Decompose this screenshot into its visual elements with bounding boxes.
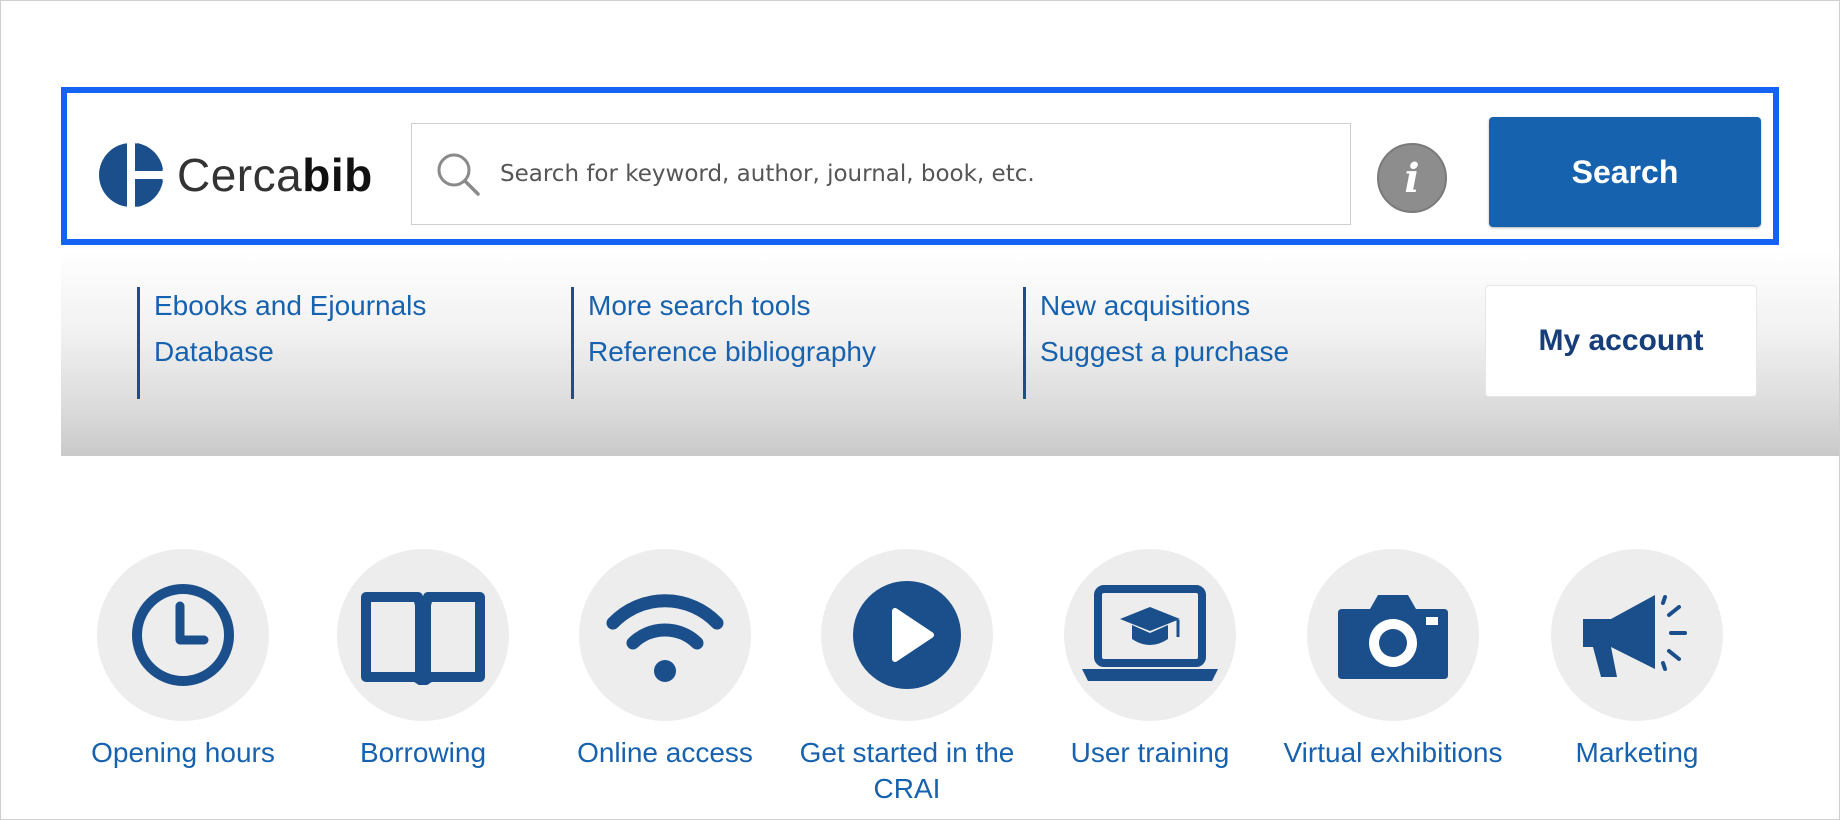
nav-link-reference-bibliography[interactable]: Reference bibliography xyxy=(588,325,876,379)
quick-link-label: Opening hours xyxy=(91,737,275,768)
quick-link-circle xyxy=(579,549,751,721)
nav-group-3: New acquisitions Suggest a purchase xyxy=(1023,287,1289,399)
book-icon xyxy=(361,592,485,685)
nav-group-2: More search tools Reference bibliography xyxy=(571,287,876,399)
quick-link-borrowing[interactable]: Borrowing xyxy=(313,549,533,771)
quick-link-label: User training xyxy=(1070,737,1230,768)
clock-icon xyxy=(132,584,234,686)
quick-link-label: Online access xyxy=(577,737,753,768)
quick-link-circle xyxy=(821,549,993,721)
quick-link-label: Marketing xyxy=(1575,737,1699,768)
info-icon: i xyxy=(1404,154,1420,202)
quick-link-circle xyxy=(97,549,269,721)
quick-link-circle xyxy=(1307,549,1479,721)
page-frame: Cercabib i Search Ebooks and Ejournals D… xyxy=(0,0,1840,820)
quick-link-circle xyxy=(1551,549,1723,721)
quick-link-online-access[interactable]: Online access xyxy=(555,549,775,771)
search-icon xyxy=(430,146,486,202)
logo-text-light: Cerca xyxy=(177,149,303,201)
logo-wordmark: Cercabib xyxy=(177,148,373,202)
laptop-graduation-icon xyxy=(1082,585,1218,681)
search-bar: Cercabib i Search xyxy=(61,87,1779,245)
quick-link-user-training[interactable]: User training xyxy=(1040,549,1260,771)
my-account-button[interactable]: My account xyxy=(1485,285,1757,397)
cercabib-logo[interactable]: Cercabib xyxy=(97,141,373,209)
play-icon xyxy=(853,581,961,689)
quick-link-label: Borrowing xyxy=(359,737,487,768)
camera-icon xyxy=(1338,595,1448,679)
nav-link-suggest-purchase[interactable]: Suggest a purchase xyxy=(1040,325,1289,379)
quick-link-label: Get started in the CRAI xyxy=(799,737,1015,804)
nav-band: Ebooks and Ejournals Database More searc… xyxy=(61,251,1839,456)
search-button[interactable]: Search xyxy=(1489,117,1761,227)
megaphone-icon xyxy=(1583,595,1687,677)
quick-link-marketing[interactable]: Marketing xyxy=(1527,549,1747,771)
search-input[interactable] xyxy=(498,160,1322,188)
search-box[interactable] xyxy=(411,123,1351,225)
quick-link-opening-hours[interactable]: Opening hours xyxy=(73,549,293,771)
nav-group-1: Ebooks and Ejournals Database xyxy=(137,287,426,399)
quick-link-label: Virtual exhibitions xyxy=(1283,737,1503,768)
quick-link-virtual-exhibitions[interactable]: Virtual exhibitions xyxy=(1283,549,1503,771)
wifi-icon xyxy=(606,594,724,682)
logo-text-bold: bib xyxy=(302,149,373,201)
quick-link-get-started[interactable]: Get started in the CRAI xyxy=(797,549,1017,807)
nav-link-database[interactable]: Database xyxy=(154,325,426,379)
quick-link-circle xyxy=(1064,549,1236,721)
cercabib-logo-icon xyxy=(99,141,165,209)
quick-link-circle xyxy=(337,549,509,721)
info-button[interactable]: i xyxy=(1377,143,1447,213)
